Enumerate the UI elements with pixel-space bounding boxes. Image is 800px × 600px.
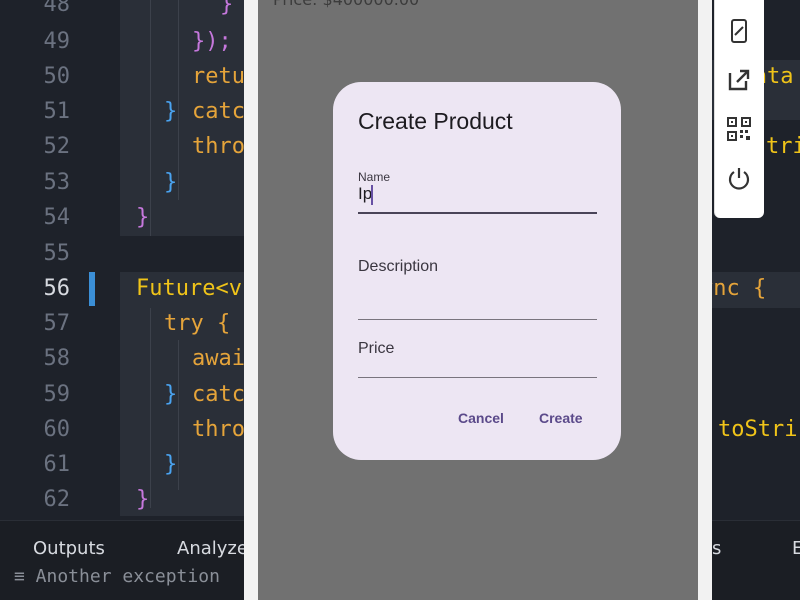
code-token: thro bbox=[192, 134, 245, 159]
cancel-button[interactable]: Cancel bbox=[458, 410, 504, 426]
indent-guide bbox=[150, 0, 151, 236]
line-number: 48 bbox=[43, 0, 71, 17]
name-field-underline bbox=[358, 212, 597, 214]
tab-partial[interactable]: s bbox=[712, 538, 721, 559]
code-token: } bbox=[164, 170, 178, 195]
description-field[interactable]: Description bbox=[358, 258, 438, 276]
line-number-gutter: 48 49 50 51 52 53 54 55 56 57 58 59 60 6… bbox=[0, 0, 110, 520]
tab-analyze[interactable]: Analyze bbox=[177, 538, 248, 559]
line-number: 51 bbox=[43, 99, 71, 124]
line-number: 58 bbox=[43, 346, 71, 371]
qr-code-icon[interactable] bbox=[726, 116, 752, 142]
line-number: 60 bbox=[43, 417, 71, 442]
indent-guide bbox=[178, 0, 179, 200]
name-field-label: Name bbox=[358, 170, 391, 184]
tab-partial-right[interactable]: E bbox=[792, 538, 800, 559]
text-cursor bbox=[371, 185, 373, 205]
indent-guide bbox=[178, 340, 179, 490]
code-token: catc bbox=[192, 382, 245, 407]
dialog-title: Create Product bbox=[358, 108, 513, 134]
line-number: 52 bbox=[43, 134, 71, 159]
rotate-device-icon[interactable] bbox=[726, 18, 752, 44]
power-icon[interactable] bbox=[726, 166, 752, 192]
code-token: } bbox=[220, 0, 234, 17]
line-number: 57 bbox=[43, 311, 71, 336]
log-output-text: ≡ Another exception bbox=[14, 566, 220, 587]
price-field[interactable]: Price bbox=[358, 340, 394, 358]
line-number: 49 bbox=[43, 29, 71, 54]
line-number: 50 bbox=[43, 64, 71, 89]
open-external-icon[interactable] bbox=[726, 67, 752, 93]
code-token: } bbox=[164, 99, 178, 124]
code-token: }); bbox=[192, 29, 232, 54]
current-line-marker bbox=[89, 272, 95, 306]
code-token: Future<v bbox=[136, 276, 242, 301]
code-token: } bbox=[136, 487, 150, 512]
create-button[interactable]: Create bbox=[539, 410, 583, 426]
description-field-underline bbox=[358, 319, 597, 320]
code-token: try { bbox=[164, 311, 231, 336]
code-token: toStri bbox=[718, 417, 798, 442]
code-token: } bbox=[164, 382, 178, 407]
indent-guide bbox=[150, 308, 151, 508]
code-token: awai bbox=[192, 346, 245, 371]
code-token: catc bbox=[192, 99, 245, 124]
tab-outputs[interactable]: Outputs bbox=[33, 538, 105, 559]
code-token: tri bbox=[766, 134, 800, 159]
code-token: } bbox=[136, 205, 150, 230]
line-number: 59 bbox=[43, 382, 71, 407]
line-number: 61 bbox=[43, 452, 71, 477]
product-price-text: Price: $400000.00 bbox=[273, 0, 419, 9]
code-token: retu bbox=[192, 64, 245, 89]
line-number: 54 bbox=[43, 205, 71, 230]
code-token: } bbox=[164, 452, 178, 477]
price-field-underline bbox=[358, 377, 597, 378]
line-number-active: 56 bbox=[43, 276, 71, 301]
line-number: 55 bbox=[43, 241, 71, 266]
line-number: 53 bbox=[43, 170, 71, 195]
code-token: thro bbox=[192, 417, 245, 442]
line-number: 62 bbox=[43, 487, 71, 512]
